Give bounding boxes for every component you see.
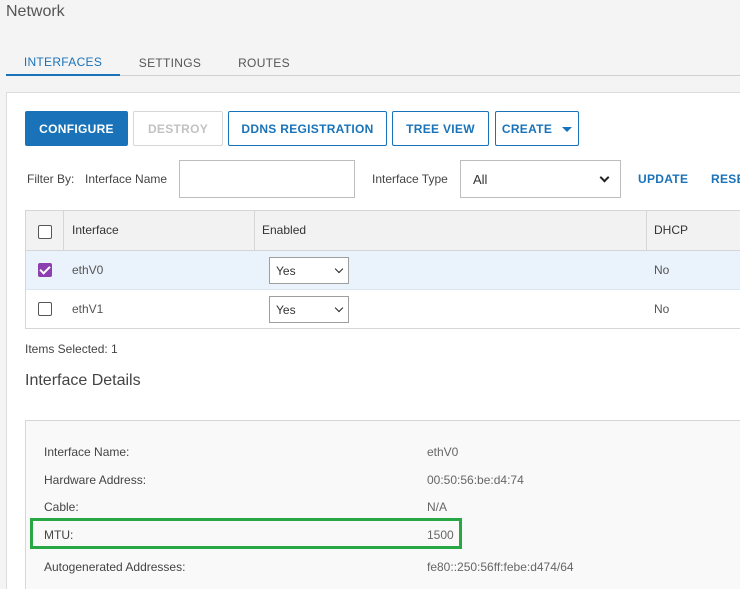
interface-type-select[interactable]: All: [460, 160, 621, 198]
table-header: Interface Enabled DHCP: [26, 211, 740, 251]
enabled-select[interactable]: Yes: [269, 257, 349, 284]
destroy-button[interactable]: DESTROY: [133, 111, 223, 146]
detail-value-hardware-address: 00:50:56:be:d4:74: [427, 473, 524, 487]
chevron-down-icon: [334, 264, 344, 273]
interface-type-value: All: [473, 171, 488, 187]
table-row[interactable]: ethV1 Yes No: [26, 290, 740, 329]
chevron-down-icon: [334, 303, 344, 312]
configure-button[interactable]: CONFIGURE: [25, 111, 128, 146]
interface-name-label: Interface Name: [85, 172, 168, 186]
interface-cell: ethV0: [72, 263, 104, 277]
table-row[interactable]: ethV0 Yes No: [26, 251, 740, 290]
create-button[interactable]: CREATE: [495, 111, 579, 146]
enabled-value: Yes: [276, 263, 296, 278]
interface-details-title: Interface Details: [25, 372, 141, 389]
tab-interfaces[interactable]: INTERFACES: [6, 52, 120, 76]
row-checkbox[interactable]: [38, 263, 52, 277]
enabled-select[interactable]: Yes: [269, 296, 349, 323]
row-checkbox[interactable]: [38, 302, 52, 316]
ddns-registration-button[interactable]: DDNS REGISTRATION: [228, 111, 387, 146]
create-label: CREATE: [501, 121, 553, 136]
interface-name-input[interactable]: [179, 160, 355, 198]
mtu-highlight-box: [30, 518, 462, 549]
update-button[interactable]: UPDATE: [638, 172, 688, 186]
interface-cell: ethV1: [72, 302, 104, 316]
interfaces-table: Interface Enabled DHCP ethV0 Yes No ethV…: [25, 210, 740, 329]
column-divider: [63, 211, 64, 251]
detail-label-interface-name: Interface Name:: [44, 445, 130, 459]
detail-value-autogenerated-addresses: fe80::250:56ff:febe:d474/64: [427, 560, 574, 574]
detail-value-cable: N/A: [427, 500, 448, 514]
chevron-down-icon: [599, 172, 610, 182]
interface-type-label: Interface Type: [372, 172, 448, 186]
tab-bar: INTERFACES SETTINGS ROUTES: [6, 52, 740, 76]
select-all-checkbox[interactable]: [38, 225, 52, 239]
column-header-enabled[interactable]: Enabled: [262, 223, 306, 237]
tab-routes[interactable]: ROUTES: [234, 52, 294, 75]
detail-label-hardware-address: Hardware Address:: [44, 473, 147, 487]
enabled-value: Yes: [276, 302, 296, 317]
detail-label-autogenerated-addresses: Autogenerated Addresses:: [44, 560, 186, 574]
dhcp-cell: No: [654, 302, 670, 316]
page-title: Network: [6, 3, 65, 20]
detail-label-cable: Cable:: [44, 500, 79, 514]
tree-view-button[interactable]: TREE VIEW: [392, 111, 489, 146]
column-header-interface[interactable]: Interface: [72, 223, 119, 237]
column-divider: [254, 211, 255, 251]
filter-by-label: Filter By:: [27, 172, 75, 186]
tab-settings[interactable]: SETTINGS: [134, 52, 206, 75]
caret-down-icon: [562, 127, 573, 132]
detail-value-interface-name: ethV0: [427, 445, 459, 459]
reset-button[interactable]: RESET: [711, 172, 740, 186]
column-header-dhcp[interactable]: DHCP: [654, 223, 688, 237]
dhcp-cell: No: [654, 263, 670, 277]
items-selected-count: Items Selected: 1: [25, 342, 118, 356]
column-divider: [646, 211, 647, 251]
